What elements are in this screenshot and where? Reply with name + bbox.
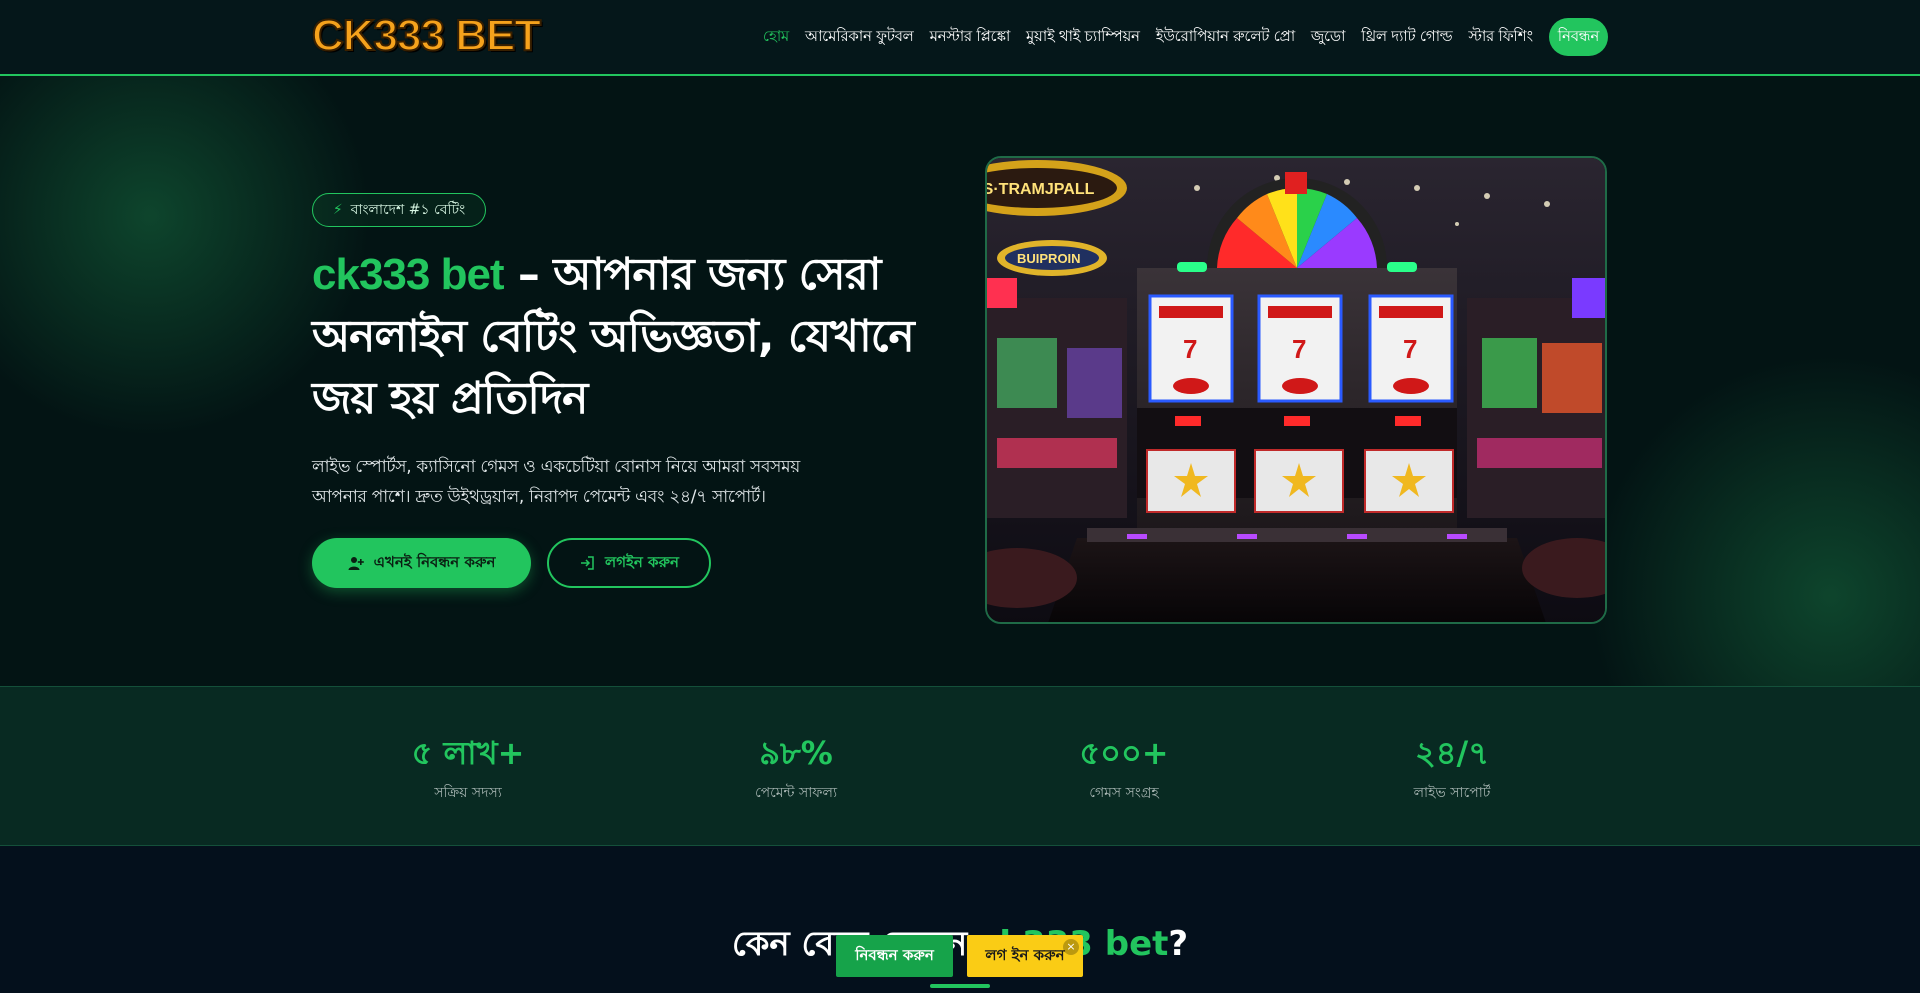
stat-value: ৫০০+ bbox=[1079, 734, 1169, 772]
stat-value: ৯৮% bbox=[759, 734, 833, 772]
nav-item-judo[interactable]: জুডো bbox=[1311, 25, 1346, 50]
hero-badge-label: বাংলাদেশ #১ বেটিং bbox=[350, 202, 466, 218]
slot-machines-illustration: ES·TRAMJPALL BUIPROIN bbox=[987, 158, 1605, 622]
nav-item-muay-thai-champion[interactable]: মুয়াই থাই চ্যাম্পিয়ন bbox=[1026, 25, 1140, 50]
sign-text-1: ES·TRAMJPALL bbox=[987, 181, 1095, 198]
stat-games-collection: ৫০০+ গেমস সংগ্রহ bbox=[1004, 733, 1244, 803]
stats-section: ৫ লাখ+ সক্রিয় সদস্য ৯৮% পেমেন্ট সাফল্য … bbox=[0, 686, 1920, 846]
close-icon[interactable]: × bbox=[1063, 939, 1079, 955]
stat-live-support: ২৪/৭ লাইভ সাপোর্ট bbox=[1332, 733, 1572, 803]
title-underline bbox=[930, 984, 990, 988]
svg-text:7: 7 bbox=[1403, 334, 1417, 364]
nav-item-european-roulette-pro[interactable]: ইউরোপিয়ান রুলেট প্রো bbox=[1156, 25, 1295, 50]
login-icon bbox=[581, 556, 594, 570]
site-header: CK333 BET হোম আমেরিকান ফুটবল মনস্টার প্ল… bbox=[0, 0, 1920, 76]
nav-item-home[interactable]: হোম bbox=[763, 25, 789, 50]
stat-label: গেমস সংগ্রহ bbox=[1089, 785, 1159, 801]
main-nav: হোম আমেরিকান ফুটবল মনস্টার প্লিঙ্কো মুয়… bbox=[763, 18, 1608, 56]
svg-text:7: 7 bbox=[1292, 334, 1306, 364]
floating-login-button[interactable]: লগ ইন করুন × bbox=[967, 935, 1083, 977]
site-logo[interactable]: CK333 BET bbox=[311, 11, 542, 61]
lightning-icon: ⚡ bbox=[332, 202, 343, 218]
slot-machines-image: ES·TRAMJPALL BUIPROIN bbox=[985, 156, 1607, 624]
floating-cta-bar: নিবন্ধন করুন লগ ইন করুন × bbox=[836, 935, 1083, 977]
svg-text:7: 7 bbox=[1183, 334, 1197, 364]
floating-register-button[interactable]: নিবন্ধন করুন bbox=[836, 935, 953, 977]
login-button[interactable]: লগইন করুন bbox=[547, 538, 711, 588]
login-label: লগইন করুন bbox=[605, 552, 679, 571]
hero-badge: ⚡ বাংলাদেশ #১ বেটিং bbox=[312, 193, 486, 227]
floating-login-label: লগ ইন করুন bbox=[985, 945, 1065, 964]
nav-item-monster-plinko[interactable]: মনস্টার প্লিঙ্কো bbox=[930, 25, 1011, 50]
stat-active-members: ৫ লাখ+ সক্রিয় সদস্য bbox=[348, 733, 588, 803]
user-plus-icon bbox=[348, 557, 364, 570]
nav-item-american-football[interactable]: আমেরিকান ফুটবল bbox=[805, 25, 914, 50]
stat-label: সক্রিয় সদস্য bbox=[434, 785, 502, 801]
hero-title-brand: ck333 bet bbox=[312, 250, 505, 299]
stat-payment-success: ৯৮% পেমেন্ট সাফল্য bbox=[676, 733, 916, 803]
header-register-button[interactable]: নিবন্ধন bbox=[1548, 18, 1608, 56]
register-now-label: এখনই নিবন্ধন করুন bbox=[373, 552, 496, 571]
why-title-suffix: ? bbox=[1168, 924, 1189, 964]
hero-section: ⚡ বাংলাদেশ #১ বেটিং ck333 bet – আপনার জন… bbox=[0, 76, 1920, 686]
stat-value: ২৪/৭ bbox=[1414, 734, 1490, 772]
nav-item-star-fishing[interactable]: স্টার ফিশিং bbox=[1468, 25, 1533, 50]
sign-text-2: BUIPROIN bbox=[1017, 251, 1081, 266]
register-now-button[interactable]: এখনই নিবন্ধন করুন bbox=[312, 538, 531, 588]
stat-label: লাইভ সাপোর্ট bbox=[1413, 785, 1491, 801]
hero-description: লাইভ স্পোর্টস, ক্যাসিনো গেমস ও একচেটিয়া… bbox=[312, 457, 800, 507]
hero-title: ck333 bet – আপনার জন্য সেরা অনলাইন বেটিং… bbox=[312, 244, 952, 430]
stat-value: ৫ লাখ+ bbox=[411, 734, 525, 772]
stat-label: পেমেন্ট সাফল্য bbox=[754, 785, 838, 801]
nav-item-thrill-that-gold[interactable]: থ্রিল দ্যাট গোল্ড bbox=[1361, 25, 1453, 50]
